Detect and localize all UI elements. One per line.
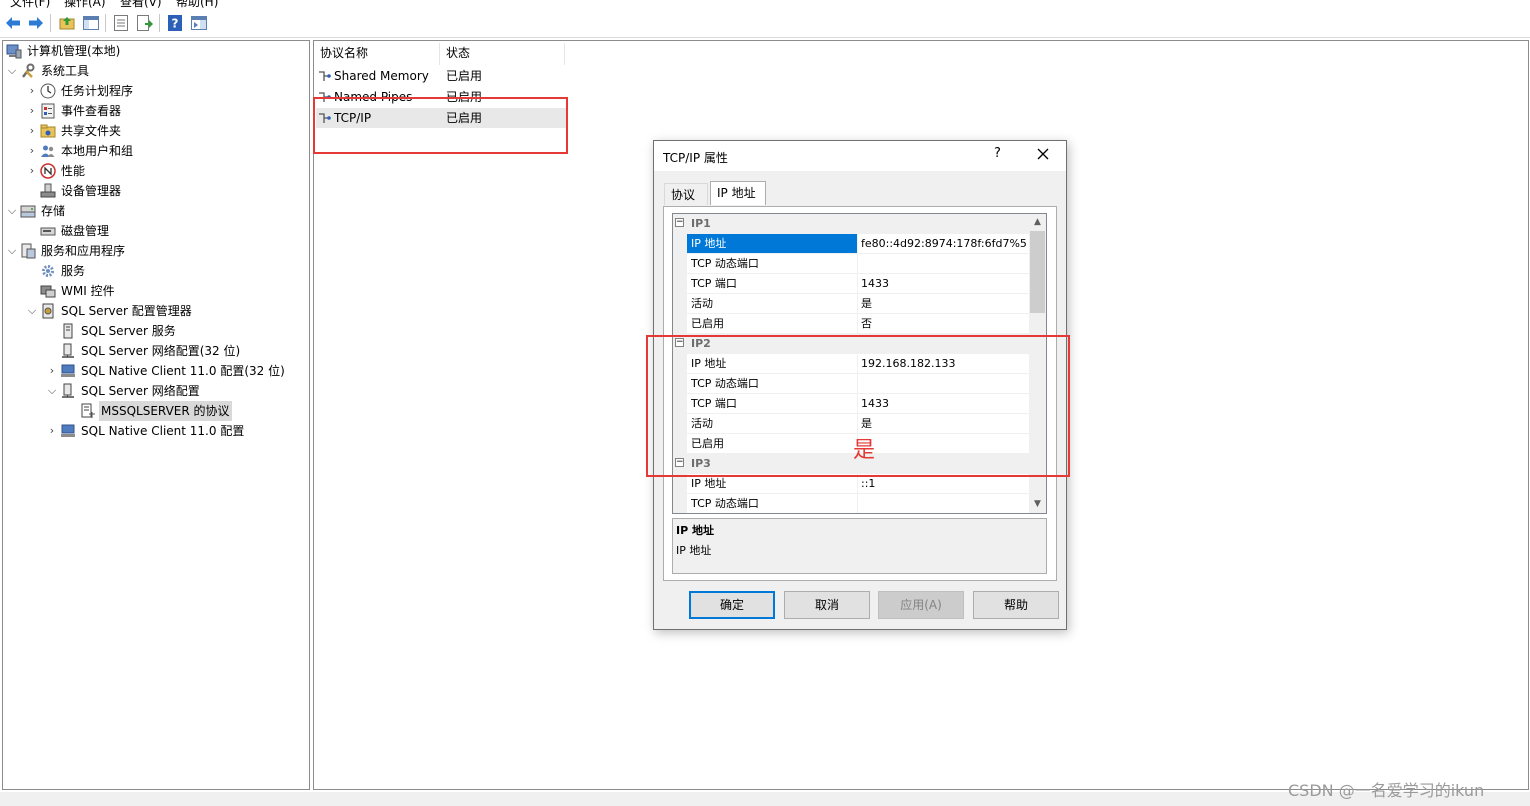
back-arrow-icon[interactable] <box>4 14 22 32</box>
property-row[interactable]: 已启用否 <box>673 314 1029 334</box>
disk-icon <box>40 223 56 239</box>
watermark: CSDN @一名爱学习的ikun <box>1288 781 1485 800</box>
chevron-down-icon[interactable]: ⌵ <box>6 61 18 81</box>
chevron-down-icon[interactable]: ⌵ <box>46 381 58 401</box>
tree-node-native-client[interactable]: › SQL Native Client 11.0 配置 <box>46 421 246 441</box>
tree-node-sql-config-manager[interactable]: ⌵ SQL Server 配置管理器 <box>26 301 194 321</box>
protocol-icon <box>316 70 334 82</box>
tab-ip-address[interactable]: IP 地址 <box>710 181 766 205</box>
chevron-down-icon[interactable]: ⌵ <box>26 301 38 321</box>
protocol-doc-icon <box>80 403 96 419</box>
property-row[interactable]: TCP 动态端口 <box>673 254 1029 274</box>
property-row[interactable]: 活动是 <box>673 294 1029 314</box>
menu-file[interactable]: 文件(F) <box>10 0 50 8</box>
annotation-text: 是 <box>853 438 876 463</box>
tree-node-shared-folders[interactable]: › 共享文件夹 <box>26 121 123 141</box>
services-apps-icon <box>20 243 36 259</box>
scroll-down-icon[interactable]: ▼ <box>1029 496 1046 513</box>
users-icon <box>40 143 56 159</box>
property-row[interactable]: IP 地址 fe80::4d92:8974:178f:6fd7%5 <box>673 234 1029 254</box>
client-computer-icon <box>60 363 76 379</box>
chevron-right-icon[interactable]: › <box>26 101 38 121</box>
tree-node-disk-management[interactable]: 磁盘管理 <box>38 221 111 241</box>
wmi-icon <box>40 283 56 299</box>
dialog-title: TCP/IP 属性 <box>663 151 728 165</box>
up-folder-icon[interactable] <box>58 14 76 32</box>
sql-config-manager-icon <box>40 303 56 319</box>
menu-bar: 文件(F) 操作(A) 查看(V) 帮助(H) <box>0 0 1530 8</box>
dialog-title-bar: TCP/IP 属性 ? <box>654 141 1066 171</box>
help-icon[interactable]: ? <box>166 14 184 32</box>
collapse-icon[interactable]: − <box>675 218 684 227</box>
property-description: IP 地址 IP 地址 <box>672 518 1047 574</box>
tree-node-wmi[interactable]: WMI 控件 <box>38 281 117 301</box>
menu-help[interactable]: 帮助(H) <box>176 0 218 8</box>
event-viewer-icon <box>40 103 56 119</box>
tree-node-task-scheduler[interactable]: › 任务计划程序 <box>26 81 135 101</box>
protocol-name: Shared Memory <box>334 69 429 83</box>
svg-text:?: ? <box>172 17 179 31</box>
scroll-up-icon[interactable]: ▲ <box>1029 214 1046 231</box>
column-header-status[interactable]: 状态 <box>446 43 470 63</box>
performance-icon <box>40 163 56 179</box>
protocol-status: 已启用 <box>446 69 483 83</box>
properties-icon[interactable] <box>112 14 130 32</box>
tab-protocol[interactable]: 协议 <box>664 183 708 205</box>
tree-node-sql-net-config[interactable]: ⌵ SQL Server 网络配置 <box>46 381 202 401</box>
chevron-right-icon[interactable]: › <box>46 421 58 441</box>
forward-arrow-icon[interactable] <box>27 14 45 32</box>
client-computer-icon <box>60 423 76 439</box>
apply-button[interactable]: 应用(A) <box>878 591 964 619</box>
tree-node-event-viewer[interactable]: › 事件查看器 <box>26 101 123 121</box>
tree-node-performance[interactable]: › 性能 <box>26 161 87 181</box>
tree-node-sql-services[interactable]: SQL Server 服务 <box>58 321 178 341</box>
property-row[interactable]: TCP 动态端口 <box>673 494 1029 513</box>
tree-node-sql-net-config-32[interactable]: SQL Server 网络配置(32 位) <box>58 341 242 361</box>
menu-action[interactable]: 操作(A) <box>64 0 106 8</box>
close-icon[interactable] <box>1036 147 1050 161</box>
tree-node-native-client-32[interactable]: › SQL Native Client 11.0 配置(32 位) <box>46 361 287 381</box>
annotation-box-tcp-ip <box>313 97 568 154</box>
chevron-right-icon[interactable]: › <box>26 121 38 141</box>
ok-button[interactable]: 确定 <box>689 591 775 619</box>
chevron-right-icon[interactable]: › <box>26 161 38 181</box>
tree-node-services[interactable]: 服务 <box>38 261 87 281</box>
export-list-icon[interactable] <box>136 14 154 32</box>
chevron-right-icon[interactable]: › <box>46 361 58 381</box>
action-pane-icon[interactable] <box>190 14 208 32</box>
help-button[interactable]: 帮助 <box>973 591 1059 619</box>
show-hide-tree-icon[interactable] <box>82 14 100 32</box>
gear-icon <box>40 263 56 279</box>
tree-node-local-users[interactable]: › 本地用户和组 <box>26 141 135 161</box>
property-row[interactable]: TCP 端口 1433 <box>673 274 1029 294</box>
tree-node-services-apps[interactable]: ⌵ 服务和应用程序 <box>6 241 127 261</box>
clock-icon <box>40 83 56 99</box>
protocol-row-shared-memory[interactable]: Shared Memory 已启用 <box>316 66 566 86</box>
scrollbar-thumb[interactable] <box>1030 231 1045 313</box>
property-row[interactable]: IP 地址::1 <box>673 474 1029 494</box>
shared-folder-icon <box>40 123 56 139</box>
section-ip1[interactable]: − IP1 <box>673 214 1029 234</box>
chevron-down-icon[interactable]: ⌵ <box>6 201 18 221</box>
device-manager-icon <box>40 183 56 199</box>
tree-node-system-tools[interactable]: ⌵ 系统工具 <box>6 61 91 81</box>
cancel-button[interactable]: 取消 <box>784 591 870 619</box>
computer-management-icon <box>6 43 22 59</box>
storage-icon <box>20 203 36 219</box>
network-server-icon <box>60 343 76 359</box>
chevron-right-icon[interactable]: › <box>26 141 38 161</box>
network-server-icon <box>60 383 76 399</box>
tree-node-storage[interactable]: ⌵ 存储 <box>6 201 67 221</box>
tree-node-root[interactable]: 计算机管理(本地) <box>6 41 122 61</box>
column-header-protocol-name[interactable]: 协议名称 <box>320 43 368 63</box>
tree-node-device-manager[interactable]: 设备管理器 <box>38 181 123 201</box>
chevron-right-icon[interactable]: › <box>26 81 38 101</box>
chevron-down-icon[interactable]: ⌵ <box>6 241 18 261</box>
menu-view[interactable]: 查看(V) <box>120 0 162 8</box>
tools-icon <box>20 63 36 79</box>
tree-node-mssqlserver-protocols[interactable]: MSSQLSERVER 的协议 <box>78 401 232 421</box>
server-icon <box>60 323 76 339</box>
toolbar: ? <box>0 8 1530 38</box>
help-question-button[interactable]: ? <box>994 146 1001 161</box>
